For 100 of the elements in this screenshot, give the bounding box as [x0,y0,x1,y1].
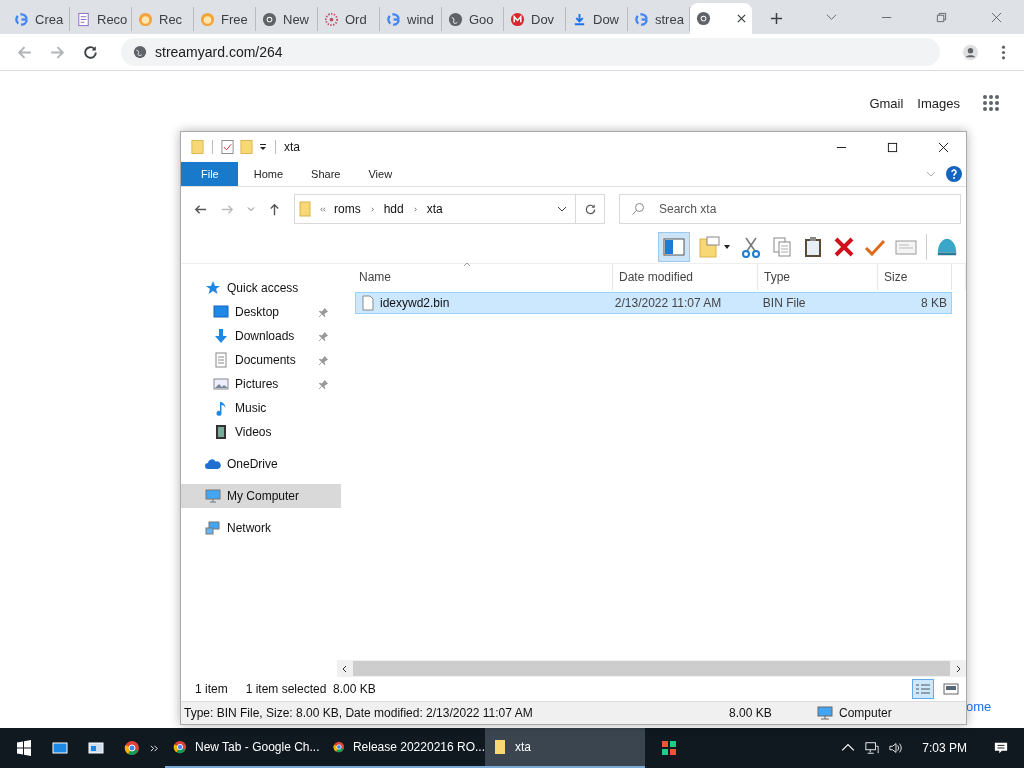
clock[interactable]: 7:03 PM [922,741,967,755]
volume-icon[interactable] [889,741,904,755]
column-header[interactable]: Size [878,264,952,290]
star-icon [205,280,221,296]
date-cell-text: 2/13/2022 11:07 AM [613,296,723,310]
flower-icon [324,11,339,27]
browser-tab[interactable]: Ord [318,7,380,31]
download-icon [572,11,587,27]
nav-item[interactable]: Quick access [181,276,341,300]
globe-icon [133,45,147,59]
browser-tab[interactable]: Dow [566,7,628,31]
nav-item[interactable]: Network [181,516,341,540]
smiley-icon [200,11,215,27]
pin-icon[interactable] [318,378,329,390]
download-icon [213,328,229,344]
browser-tab[interactable]: Crea [8,7,70,31]
cloud-icon [205,456,221,472]
browser-tab[interactable]: Dov [504,7,566,31]
details-view-icon [915,683,931,695]
column-header[interactable]: Date modified [613,264,758,290]
refresh-icon [583,202,597,216]
caret-icon[interactable] [259,143,267,151]
restore-icon[interactable] [936,12,947,23]
mega-icon [510,11,525,27]
browser-tab[interactable]: Reco [70,7,132,31]
nav-item[interactable]: Videos [181,420,341,444]
refresh-button[interactable] [576,194,605,224]
delete-icon[interactable] [833,236,855,258]
shell-icon[interactable] [936,236,958,258]
monitor-icon [213,304,229,320]
details-text: Type: BIN File, Size: 8.00 KB, Date modified: 2/13/2022 11:07 AM [184,706,534,720]
chrome-icon [333,739,345,755]
new-tab-icon[interactable] [770,12,783,25]
pin-icon[interactable] [318,306,329,318]
nav-item[interactable]: Documents [181,348,341,372]
apps-grid-icon[interactable] [982,94,1000,112]
notification-icon[interactable] [994,741,1008,755]
browser-tab[interactable]: Goo [442,7,504,31]
clipboard-icon[interactable] [802,236,824,258]
ribbon-tab[interactable]: Share [297,162,355,186]
type-cell-text: BIN File [761,296,807,310]
nav-item[interactable]: My Computer [181,484,341,508]
nav-item[interactable]: Downloads [181,324,341,348]
document-icon [213,352,229,368]
header-link[interactable]: Images [917,95,960,111]
pin-icon[interactable] [318,354,329,366]
caret-icon[interactable] [723,243,731,251]
browser-tab[interactable]: wind [380,7,442,31]
nav-item[interactable]: Desktop [181,300,341,324]
file-row[interactable]: idexywd2.bin 2/13/2022 11:07 AM BIN File 8 KB [355,292,952,314]
help-icon[interactable] [946,166,962,182]
size-cell-text: 8 KB [920,296,948,310]
nav-item[interactable]: Pictures [181,372,341,396]
google-icon [14,11,29,27]
search-field[interactable]: Search xta [619,194,961,224]
picture-icon [213,376,229,392]
document-icon [76,11,91,27]
ribbon-tab[interactable]: View [354,162,407,186]
network-icon[interactable] [865,741,880,755]
film-icon [213,424,229,440]
browser-tab[interactable] [690,3,752,34]
tab-search-icon[interactable] [826,12,837,23]
search-icon [631,202,645,216]
selection-info: 1 item selected 8.00 KB [245,682,376,696]
google-icon [634,11,649,27]
dropdown-icon[interactable] [557,206,567,212]
scissors-icon[interactable] [740,236,762,258]
address-field[interactable]: roms hdd xta [294,194,576,224]
nav-item[interactable]: OneDrive [181,452,341,476]
globe-icon [448,11,463,27]
taskbar-button[interactable]: xta [485,728,645,768]
reload-icon[interactable] [82,43,99,61]
taskbar-button[interactable]: New Tab - Google Ch... [165,728,325,768]
browser-tab[interactable]: Rec [132,7,194,31]
window-title: xta [284,140,300,154]
file-name: idexywd2.bin [380,296,450,310]
pane-icon [663,236,685,258]
nav-item[interactable]: Music [181,396,341,420]
page-link[interactable]: ome [966,699,992,714]
checklist-icon[interactable] [221,139,234,155]
google-icon [386,11,401,27]
ribbon-tab[interactable]: Home [239,162,298,186]
details-location: Computer [839,706,892,720]
folder-icon [493,739,507,755]
address-bar[interactable]: streamyard.com/264 [121,38,940,66]
header-link[interactable]: Gmail [869,95,904,111]
close-icon[interactable] [737,14,746,23]
breadcrumb[interactable]: xta [426,202,443,216]
column-header[interactable]: Name [355,264,613,290]
chrome-icon [262,11,277,27]
browser-tab[interactable]: Free [194,7,256,31]
computer-icon [205,488,221,504]
horizontal-scrollbar[interactable] [337,660,966,677]
profile-icon[interactable] [962,43,979,61]
breadcrumb[interactable]: hdd [383,202,404,216]
pin-icon[interactable] [318,330,329,342]
column-header[interactable]: Type [758,264,878,290]
preview-pane-button[interactable] [658,232,690,262]
breadcrumb[interactable]: roms [334,202,361,216]
browser-tab[interactable]: New [256,7,318,31]
